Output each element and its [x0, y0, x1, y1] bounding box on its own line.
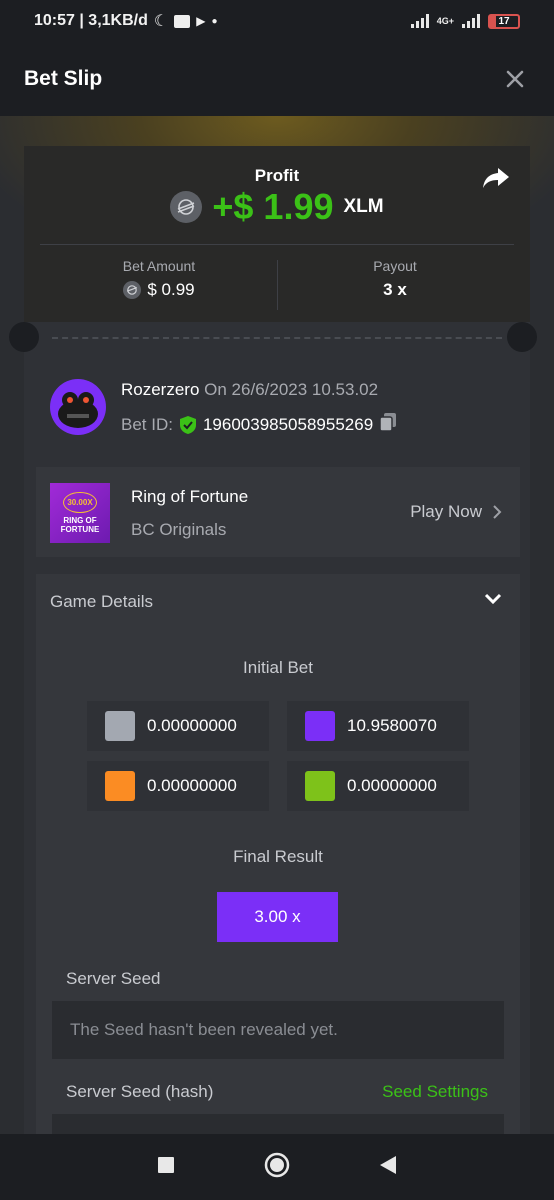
close-button[interactable] — [500, 64, 530, 94]
back-button[interactable] — [379, 1155, 397, 1180]
bet-cell-purple: 10.9580070 — [287, 701, 469, 751]
bet-value: 0.00000000 — [347, 776, 437, 795]
chevron-down-icon — [484, 593, 502, 605]
server-seed-label: Server Seed — [66, 969, 161, 988]
final-result-badge: 3.00 x — [217, 892, 338, 942]
play-now-label: Play Now — [410, 502, 482, 521]
green-swatch — [305, 771, 335, 801]
status-time: 10:57 | 3,1KB/d — [34, 12, 148, 29]
thumb-multiplier: 30.00X — [63, 492, 97, 513]
bet-cell-green: 0.00000000 — [287, 761, 469, 811]
back-triangle-icon — [380, 1155, 396, 1174]
orange-swatch — [105, 771, 135, 801]
game-details-panel: Game Details Initial Bet 0.00000000 10.9… — [36, 574, 520, 1134]
battery-level: 17 — [498, 15, 510, 27]
xlm-coin-icon — [170, 191, 203, 223]
copy-icon — [379, 413, 397, 432]
xlm-coin-icon — [123, 281, 142, 299]
bet-slip-content[interactable]: Profit +$ 1.99 XLM Bet Amount $ 0.99 Pay… — [0, 116, 554, 1134]
payout-value: 3 x — [383, 280, 407, 299]
profit-label: Profit — [254, 166, 300, 185]
status-bar: 10:57 | 3,1KB/d ☾ ▶ ● 4G+ 17 — [0, 0, 554, 42]
play-icon: ▶ — [196, 14, 206, 28]
purple-swatch — [305, 711, 335, 741]
profit-currency: XLM — [343, 196, 384, 217]
thumb-title-2: FORTUNE — [60, 525, 100, 534]
user-name[interactable]: Rozerzero — [121, 380, 199, 399]
bet-amount-value: $ 0.99 — [147, 280, 195, 299]
game-row[interactable]: 30.00X RING OF FORTUNE Ring of Fortune B… — [36, 467, 520, 557]
thumb-title-1: RING OF — [63, 516, 97, 525]
ticket-notch-right — [507, 322, 537, 352]
message-icon — [174, 14, 191, 28]
share-icon — [483, 168, 509, 188]
server-seed-hash-field[interactable] — [52, 1114, 504, 1134]
server-seed-hash-label: Server Seed (hash) — [66, 1082, 214, 1101]
game-name: Ring of Fortune — [131, 487, 249, 506]
network-label: 4G+ — [436, 16, 454, 26]
signal-icon-2 — [462, 14, 480, 28]
system-nav-bar — [0, 1134, 554, 1200]
game-provider: BC Originals — [131, 520, 227, 539]
close-icon — [506, 70, 524, 88]
bet-cell-orange: 0.00000000 — [87, 761, 269, 811]
bet-date: On 26/6/2023 10.53.02 — [204, 380, 379, 399]
initial-bet-label: Initial Bet — [243, 658, 313, 677]
bet-id-label: Bet ID: — [121, 414, 173, 434]
square-icon — [158, 1156, 174, 1173]
ticket-notch-left — [9, 322, 39, 352]
moon-icon: ☾ — [153, 13, 169, 30]
circle-icon — [264, 1152, 290, 1177]
chevron-right-icon — [493, 505, 502, 519]
server-seed-value: The Seed hasn't been revealed yet. — [70, 1020, 338, 1039]
recents-button[interactable] — [157, 1156, 175, 1179]
bet-id-line: Bet ID: 196003985058955269 — [121, 412, 397, 437]
signal-icon — [410, 14, 429, 28]
game-thumbnail[interactable]: 30.00X RING OF FORTUNE — [50, 483, 110, 543]
divider — [40, 244, 514, 245]
profit-row: +$ 1.99 XLM — [0, 186, 554, 228]
final-result-label: Final Result — [233, 847, 323, 866]
seed-settings-link[interactable]: Seed Settings — [382, 1082, 488, 1102]
verified-shield-icon — [179, 415, 196, 434]
copy-button[interactable] — [379, 412, 397, 437]
bet-amount-stat: Bet Amount $ 0.99 — [44, 258, 274, 300]
grey-swatch — [105, 711, 135, 741]
bet-value: 0.00000000 — [147, 716, 237, 735]
bet-id-value: 196003985058955269 — [202, 414, 374, 434]
profit-amount: +$ 1.99 — [212, 186, 334, 227]
collapse-toggle[interactable] — [484, 592, 502, 610]
bet-amount-label: Bet Amount — [122, 258, 196, 274]
divider-vertical — [277, 260, 278, 310]
bet-value: 0.00000000 — [147, 776, 237, 795]
share-button[interactable] — [482, 166, 510, 195]
game-details-title[interactable]: Game Details — [50, 592, 153, 612]
play-now-button[interactable]: Play Now — [410, 502, 502, 522]
bet-value: 10.9580070 — [347, 716, 437, 735]
dot-icon: ● — [211, 15, 218, 27]
ticket-dashed-divider — [52, 337, 502, 339]
home-button[interactable] — [263, 1151, 291, 1184]
user-line: Rozerzero On 26/6/2023 10.53.02 — [121, 380, 378, 400]
battery-icon: 17 — [488, 13, 520, 29]
payout-label: Payout — [373, 258, 417, 274]
page-title: Bet Slip — [24, 67, 103, 90]
server-seed-field[interactable]: The Seed hasn't been revealed yet. — [52, 1001, 504, 1059]
header: Bet Slip — [0, 42, 554, 116]
avatar[interactable] — [50, 379, 106, 435]
payout-stat: Payout 3 x — [280, 258, 510, 300]
bet-cell-grey: 0.00000000 — [87, 701, 269, 751]
